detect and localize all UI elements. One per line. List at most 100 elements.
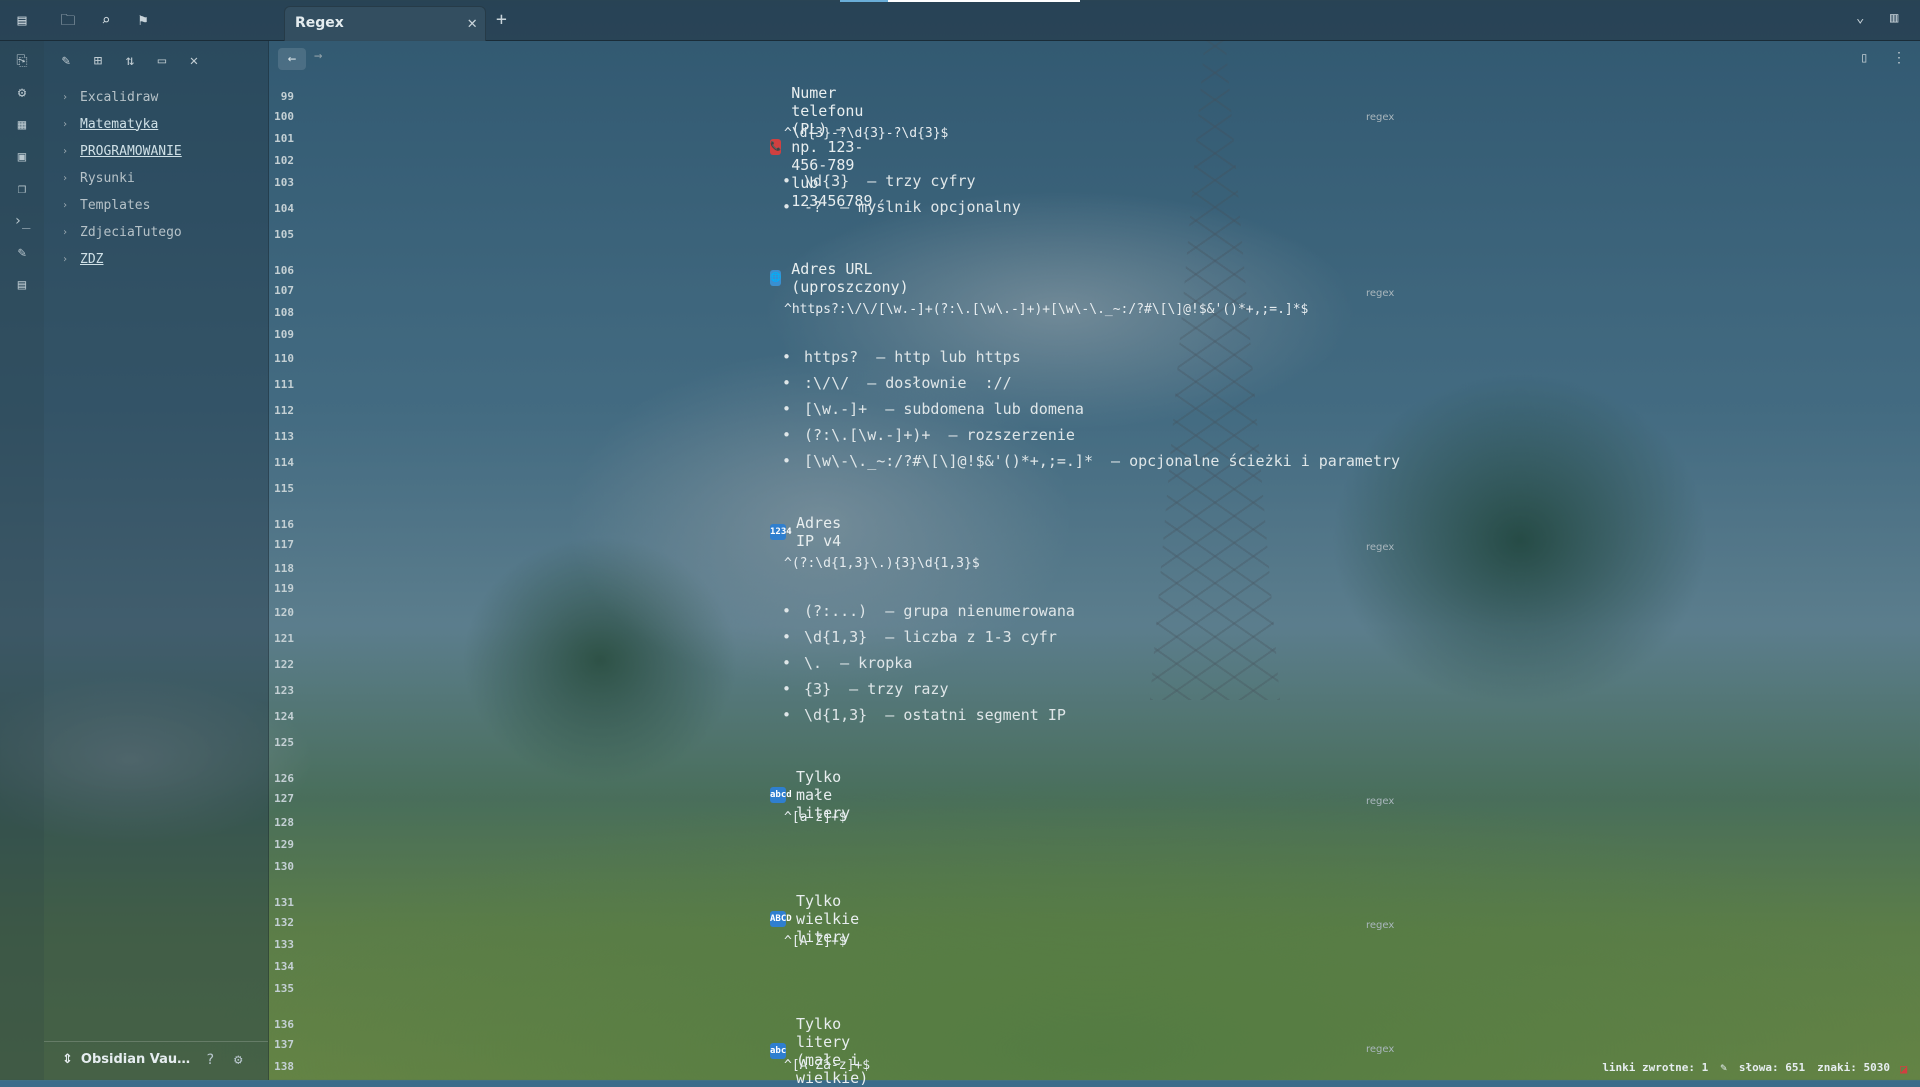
vault-switcher[interactable]: ⇕ Obsidian Vau… (62, 1052, 190, 1067)
section-heading: 🌐 Adres URL (uproszczony) (770, 260, 913, 296)
phone-icon: 📞 (770, 139, 782, 155)
char-count: znaki: 5030 (1817, 1061, 1890, 1074)
chevron-right-icon: › (62, 172, 69, 184)
code-language-label: regex (1366, 112, 1395, 123)
settings-gear-icon[interactable]: ⚙ (234, 1052, 242, 1068)
heading-text: Tylko litery (małe i wielkie) (796, 1015, 869, 1087)
sort-icon[interactable]: ⇅ (120, 51, 140, 71)
line-number: 109 (274, 328, 294, 341)
line-number: 106 (274, 264, 294, 277)
table-icon[interactable]: ▤ (12, 275, 32, 295)
bullet-dot-icon: • (782, 198, 792, 216)
numbers-icon: 1234 (770, 524, 792, 540)
list-item: • \d{3} – trzy cyfry (782, 172, 976, 190)
bullet-dot-icon: • (782, 426, 792, 444)
line-number: 121 (274, 632, 294, 645)
bookmark-icon[interactable]: ⚑ (133, 10, 153, 30)
code-language-label: regex (1366, 796, 1395, 807)
line-number: 100 (274, 110, 294, 123)
line-number: 130 (274, 860, 294, 873)
more-options-icon[interactable]: ⋮ (1892, 50, 1906, 66)
close-all-icon[interactable]: ✕ (184, 51, 204, 71)
right-sidebar-toggle-icon[interactable]: ▥ (1890, 10, 1898, 26)
regex-code-block[interactable]: ^[A-Z]+$ (784, 934, 847, 949)
regex-code-block[interactable]: ^https?:\/\/[\w.-]+(?:\.[\w\.-]+)+[\w\-\… (784, 302, 1308, 317)
tab-list-chevron-icon[interactable]: ⌄ (1856, 10, 1864, 26)
line-number: 125 (274, 736, 294, 749)
folder-item[interactable]: › Matematyka (62, 114, 158, 134)
line-number: 113 (274, 430, 294, 443)
tab-close-icon[interactable]: ✕ (467, 13, 477, 32)
line-number: 134 (274, 960, 294, 973)
folder-label: Templates (80, 197, 151, 213)
calendar-icon[interactable]: ▣ (12, 147, 32, 167)
line-number: 138 (274, 1060, 294, 1073)
pen-icon[interactable]: ✎ (12, 243, 32, 263)
regex-code-block[interactable]: ^[A-Za-z]+$ (784, 1058, 870, 1073)
folder-item[interactable]: › Templates (62, 195, 150, 215)
line-number: 132 (274, 916, 294, 929)
folder-item[interactable]: › Rysunki (62, 168, 135, 188)
line-number: 122 (274, 658, 294, 671)
folder-label: ZDZ (80, 251, 104, 267)
folder-label: Matematyka (80, 116, 159, 132)
pencil-icon[interactable]: ✎ (1720, 1061, 1727, 1074)
terminal-icon[interactable]: ›_ (12, 211, 32, 231)
back-arrow-icon[interactable]: ← (278, 48, 306, 70)
forward-arrow-icon[interactable]: → (314, 48, 322, 64)
line-number: 120 (274, 606, 294, 619)
new-note-icon[interactable]: ⎘ (12, 51, 32, 71)
new-tab-icon[interactable]: + (496, 9, 507, 30)
list-item-text: -? – myślnik opcjonalny (804, 198, 1021, 216)
sidebar-footer: ⇕ Obsidian Vau… ? ⚙ (44, 1041, 268, 1081)
line-number: 124 (274, 710, 294, 723)
line-number: 115 (274, 482, 294, 495)
line-number: 126 (274, 772, 294, 785)
list-item: • [\w.-]+ – subdomena lub domena (782, 400, 1084, 418)
code-language-label: regex (1366, 542, 1395, 553)
folder-item[interactable]: › ZDZ (62, 249, 103, 269)
search-icon[interactable]: ⌕ (96, 10, 116, 30)
list-item-text: \d{1,3} – ostatni segment IP (804, 706, 1066, 724)
folder-item[interactable]: › Excalidraw (62, 87, 158, 107)
folder-item[interactable]: › ZdjeciaTutego (62, 222, 182, 242)
line-number: 136 (274, 1018, 294, 1031)
bullet-dot-icon: • (782, 628, 792, 646)
section-heading: 📞 Numer telefonu (PL) – np. 123-456-789 l… (770, 84, 877, 210)
line-number: 104 (274, 202, 294, 215)
folder-icon[interactable]: 🗀 (58, 10, 78, 30)
new-note-icon[interactable]: ✎ (56, 51, 76, 71)
reading-view-icon[interactable]: ▯ (1860, 50, 1868, 66)
line-number: 114 (274, 456, 294, 469)
bullet-dot-icon: • (782, 172, 792, 190)
copy-icon[interactable]: ❐ (12, 179, 32, 199)
regex-code-block[interactable]: ^(?:\d{1,3}\.){3}\d{1,3}$ (784, 556, 980, 571)
backlinks-count[interactable]: linki zwrotne: 1 (1602, 1061, 1708, 1074)
heading-text: Numer telefonu (PL) – np. 123-456-789 lu… (791, 84, 873, 210)
chevron-right-icon: › (62, 91, 69, 103)
line-number: 128 (274, 816, 294, 829)
sync-status-icon[interactable]: ◪ (1900, 1062, 1914, 1076)
regex-code-block[interactable]: ^\d{3}-?\d{3}-?\d{3}$ (784, 126, 948, 141)
status-bar: linki zwrotne: 1 ✎ słowa: 651 znaki: 503… (1602, 1061, 1890, 1074)
regex-code-block[interactable]: ^[a-z]+$ (784, 810, 847, 825)
list-item: • (?:...) – grupa nienumerowana (782, 602, 1075, 620)
list-item-text: :\/\/ – dosłownie :// (804, 374, 1012, 392)
bullet-dot-icon: • (782, 400, 792, 418)
code-language-label: regex (1366, 288, 1395, 299)
sidebar-toggle-icon[interactable]: ▤ (12, 10, 32, 30)
new-folder-icon[interactable]: ⊞ (88, 51, 108, 71)
line-number: 99 (280, 90, 294, 103)
line-number: 129 (274, 838, 294, 851)
section-heading: 1234 Adres IP v4 (770, 514, 841, 550)
chevron-right-icon: › (62, 118, 69, 130)
list-item: • -? – myślnik opcjonalny (782, 198, 1021, 216)
graph-view-icon[interactable]: ⚙ (12, 83, 32, 103)
collapse-icon[interactable]: ▭ (152, 51, 172, 71)
help-icon[interactable]: ? (206, 1052, 214, 1068)
folder-item[interactable]: › PROGRAMOWANIE (62, 141, 182, 161)
canvas-icon[interactable]: ▦ (12, 115, 32, 135)
list-item-text: \d{3} – trzy cyfry (804, 172, 976, 190)
list-item-text: \. – kropka (804, 654, 913, 672)
tab-regex[interactable]: Regex ✕ (284, 6, 486, 41)
